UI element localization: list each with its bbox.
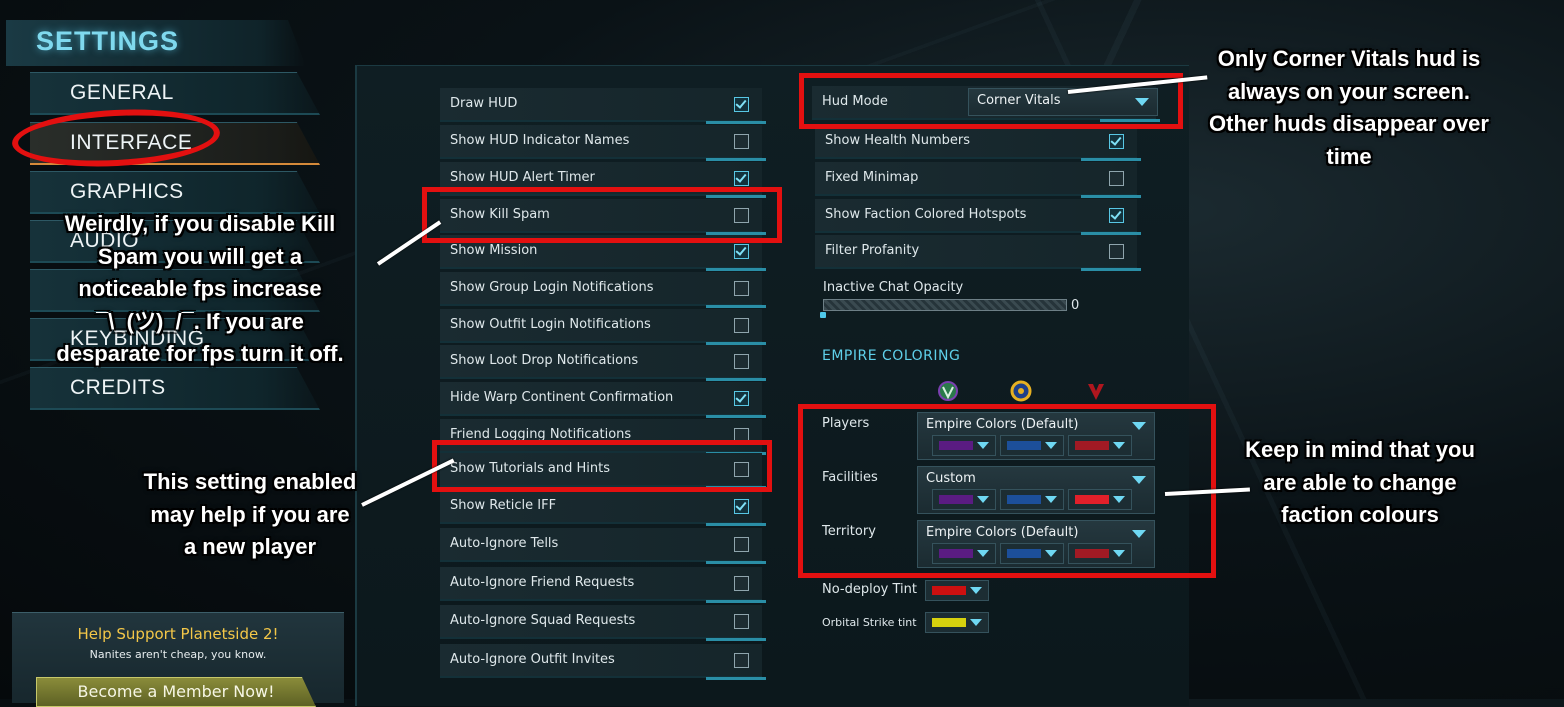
option-label: Auto-Ignore Friend Requests	[450, 575, 635, 590]
become-member-button[interactable]: Become a Member Now!	[36, 677, 316, 707]
no-deploy-color-swatch	[932, 586, 966, 595]
option-checkbox[interactable]	[734, 614, 749, 629]
option-row: Hide Warp Continent Confirmation	[440, 382, 766, 418]
option-checkbox[interactable]	[1109, 171, 1124, 186]
option-checkbox[interactable]	[1109, 208, 1124, 223]
option-row: Fixed Minimap	[815, 162, 1141, 198]
option-checkbox[interactable]	[734, 653, 749, 668]
option-label: Fixed Minimap	[825, 170, 919, 185]
support-subtitle: Nanites aren't cheap, you know.	[89, 648, 267, 661]
chat-opacity-slider[interactable]	[823, 299, 1067, 311]
orbital-strike-color-swatch	[932, 618, 966, 627]
option-checkbox[interactable]	[734, 134, 749, 149]
no-deploy-tint-dropdown[interactable]	[925, 580, 989, 601]
option-row: Draw HUD	[440, 88, 766, 124]
nc-icon	[1010, 380, 1032, 402]
option-row: Auto-Ignore Squad Requests	[440, 605, 766, 641]
support-panel: Help Support Planetside 2! Nanites aren'…	[12, 612, 344, 707]
option-checkbox[interactable]	[734, 97, 749, 112]
chat-opacity-slider-handle[interactable]	[820, 312, 826, 318]
settings-title: SETTINGS	[6, 20, 306, 66]
tutorials-annotation-text: This setting enabled may help if you are…	[143, 469, 357, 559]
option-checkbox[interactable]	[734, 354, 749, 369]
tutorials-highlight-box	[432, 440, 772, 492]
option-label: Show Health Numbers	[825, 133, 971, 148]
nav-item-label: GRAPHICS	[70, 180, 184, 203]
option-label: Show Group Login Notifications	[450, 280, 654, 295]
option-label: Filter Profanity	[825, 243, 920, 258]
option-row: Auto-Ignore Friend Requests	[440, 567, 766, 603]
option-checkbox[interactable]	[734, 171, 749, 186]
chevron-down-icon	[970, 587, 982, 594]
option-label: Show Loot Drop Notifications	[450, 353, 639, 368]
option-row: Show Loot Drop Notifications	[440, 345, 766, 381]
nav-item-general[interactable]: GENERAL	[30, 72, 320, 115]
option-checkbox[interactable]	[734, 391, 749, 406]
option-row: Show Reticle IFF	[440, 490, 766, 526]
chevron-down-icon	[970, 619, 982, 626]
option-row: Show Health Numbers	[815, 125, 1141, 161]
option-label: Draw HUD	[450, 96, 518, 111]
option-checkbox[interactable]	[734, 499, 749, 514]
hud-mode-highlight-box	[799, 73, 1183, 129]
option-checkbox[interactable]	[734, 576, 749, 591]
chat-opacity-label: Inactive Chat Opacity	[823, 280, 964, 295]
option-row: Show Group Login Notifications	[440, 272, 766, 308]
option-row: Auto-Ignore Tells	[440, 528, 766, 564]
option-row: Show HUD Indicator Names	[440, 125, 766, 161]
nav-item-credits[interactable]: CREDITS	[30, 367, 320, 410]
option-checkbox[interactable]	[734, 537, 749, 552]
option-label: Show Reticle IFF	[450, 498, 557, 513]
no-deploy-tint-label: No-deploy Tint	[822, 582, 917, 597]
option-label: Show HUD Alert Timer	[450, 170, 595, 185]
option-checkbox[interactable]	[734, 244, 749, 259]
colors-annotation-text: Keep in mind that you are able to change…	[1245, 437, 1475, 527]
option-label: Auto-Ignore Tells	[450, 536, 559, 551]
option-checkbox[interactable]	[734, 281, 749, 296]
settings-title-text: SETTINGS	[36, 26, 180, 56]
option-label: Show HUD Indicator Names	[450, 133, 630, 148]
kill-spam-highlight-box	[422, 187, 782, 243]
option-row: Filter Profanity	[815, 235, 1141, 271]
empire-coloring-highlight-box	[798, 404, 1216, 578]
option-row: Auto-Ignore Outfit Invites	[440, 644, 766, 680]
nav-item-label: CREDITS	[70, 376, 166, 399]
support-title: Help Support Planetside 2!	[77, 625, 279, 643]
option-label: Show Outfit Login Notifications	[450, 317, 651, 332]
option-label: Auto-Ignore Squad Requests	[450, 613, 636, 628]
nav-item-label: GENERAL	[70, 81, 174, 104]
option-row: Show Outfit Login Notifications	[440, 309, 766, 345]
option-label: Show Mission	[450, 243, 538, 258]
chat-opacity-value: 0	[1071, 298, 1080, 313]
option-checkbox[interactable]	[1109, 244, 1124, 259]
option-checkbox[interactable]	[734, 318, 749, 333]
tr-icon	[1088, 384, 1104, 400]
vanu-icon	[938, 381, 958, 401]
option-label: Auto-Ignore Outfit Invites	[450, 652, 615, 667]
option-label: Hide Warp Continent Confirmation	[450, 390, 674, 405]
kill-spam-annotation-text: Weirdly, if you disable Kill Spam you wi…	[56, 211, 344, 366]
option-checkbox[interactable]	[1109, 134, 1124, 149]
empire-coloring-title: EMPIRE COLORING	[822, 348, 961, 364]
option-row: Show Faction Colored Hotspots	[815, 199, 1141, 235]
option-label: Show Faction Colored Hotspots	[825, 207, 1027, 222]
hud-annotation-text: Only Corner Vitals hud is always on your…	[1209, 46, 1489, 169]
orbital-strike-tint-dropdown[interactable]	[925, 612, 989, 633]
orbital-strike-tint-label: Orbital Strike tint	[822, 616, 917, 629]
